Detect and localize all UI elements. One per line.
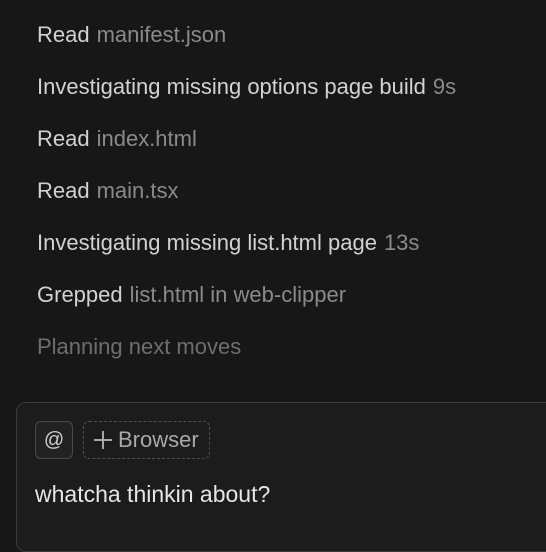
activity-item-planning: Planning next moves xyxy=(37,330,542,382)
activity-verb: Investigating missing list.html page xyxy=(37,230,377,255)
activity-list: Read manifest.json Investigating missing… xyxy=(37,18,542,382)
add-browser-context-button[interactable]: Browser xyxy=(83,421,210,459)
activity-detail: list.html in web-clipper xyxy=(129,282,347,307)
message-input[interactable]: whatcha thinkin about? xyxy=(35,477,270,511)
activity-verb: Investigating missing options page build xyxy=(37,74,426,99)
activity-detail: manifest.json xyxy=(96,22,227,47)
activity-status: Planning next moves xyxy=(37,334,242,359)
context-button-label: Browser xyxy=(118,427,199,452)
activity-verb: Grepped xyxy=(37,282,123,307)
activity-item-read-main[interactable]: Read main.tsx xyxy=(37,174,542,226)
mention-button[interactable]: @ xyxy=(35,421,73,459)
activity-verb: Read xyxy=(37,126,90,151)
activity-verb: Read xyxy=(37,178,90,203)
activity-item-investigating-list[interactable]: Investigating missing list.html page 13s xyxy=(37,226,542,278)
plus-icon xyxy=(94,431,112,449)
activity-item-read-manifest[interactable]: Read manifest.json xyxy=(37,18,542,70)
activity-detail: index.html xyxy=(96,126,197,151)
activity-item-investigating-options[interactable]: Investigating missing options page build… xyxy=(37,70,542,122)
composer-toolbar: @ Browser xyxy=(35,421,210,459)
chat-composer[interactable]: @ Browser whatcha thinkin about? xyxy=(16,402,546,552)
activity-duration: 13s xyxy=(383,230,420,255)
activity-verb: Read xyxy=(37,22,90,47)
activity-detail: main.tsx xyxy=(96,178,179,203)
at-icon: @ xyxy=(43,428,65,451)
activity-duration: 9s xyxy=(432,74,457,99)
activity-item-read-index[interactable]: Read index.html xyxy=(37,122,542,174)
activity-item-grepped[interactable]: Grepped list.html in web-clipper xyxy=(37,278,542,330)
